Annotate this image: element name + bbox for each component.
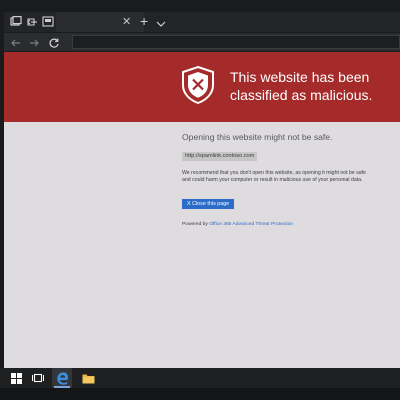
chevron-down-icon[interactable] xyxy=(156,16,166,34)
new-tab-icon[interactable]: + xyxy=(140,14,148,28)
powered-by: Powered by Office 365 Advanced Threat Pr… xyxy=(182,222,392,228)
atp-link[interactable]: Office 365 Advanced Threat Protection xyxy=(209,222,293,227)
screen-bezel xyxy=(0,388,400,400)
tab-stack-icon[interactable] xyxy=(10,16,22,27)
warning-advice: We recommend that you don't open this we… xyxy=(182,170,367,184)
address-bar[interactable] xyxy=(72,35,400,49)
warning-page: This website has been classified as mali… xyxy=(4,52,400,368)
windows-start-icon[interactable] xyxy=(8,371,24,385)
warning-subheading: Opening this website might not be safe. xyxy=(182,132,333,142)
active-tab[interactable]: ✕ xyxy=(42,12,144,32)
tab-close-icon[interactable]: ✕ xyxy=(122,15,131,29)
malicious-warning-banner: This website has been classified as mali… xyxy=(4,52,400,122)
taskbar xyxy=(0,368,400,388)
warning-headline: This website has been classified as mali… xyxy=(230,69,373,103)
blocked-url: http://spamlink.contoso.com xyxy=(182,152,258,161)
file-explorer-icon[interactable] xyxy=(80,371,96,385)
device-frame: ✕ + This website has been classified as … xyxy=(0,0,400,400)
shield-warning-icon xyxy=(180,65,216,110)
navigation-bar xyxy=(4,33,400,51)
tab-strip: ✕ + xyxy=(4,12,400,32)
task-view-icon[interactable] xyxy=(30,371,46,385)
set-aside-tabs-icon[interactable] xyxy=(26,16,38,27)
edge-icon[interactable] xyxy=(52,368,72,388)
warning-content: Opening this website might not be safe. … xyxy=(182,132,392,228)
close-page-button[interactable]: X Close this page xyxy=(182,198,235,209)
tab-favicon-icon xyxy=(42,16,54,27)
powered-by-label: Powered by xyxy=(182,221,210,227)
